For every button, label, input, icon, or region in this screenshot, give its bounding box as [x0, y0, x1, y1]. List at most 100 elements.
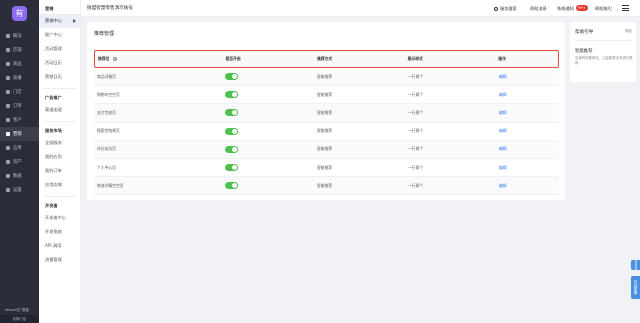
submenu-divider: [43, 88, 76, 89]
slot-name: 个人中心页: [97, 164, 116, 170]
feedback-tab[interactable]: 意见反馈: [631, 260, 640, 270]
table-row: 个人中心页 智能推荐 一行两个 编辑: [94, 159, 559, 178]
column-header-method: 推荐方式: [317, 56, 333, 61]
edit-link[interactable]: 编辑: [499, 128, 507, 133]
shop-icon: [6, 48, 10, 52]
sidebar-item-marketing[interactable]: 营销: [0, 127, 39, 141]
sidebar-item-orders[interactable]: 订单: [0, 99, 39, 113]
store-icon: [6, 90, 10, 94]
table-row: 支付完成页 智能推荐 一行两个 编辑: [94, 104, 559, 123]
display-style: 一行两个: [408, 73, 424, 79]
table-row: 物流详情空空页 智能推荐 一行两个 编辑: [94, 177, 559, 196]
sidebar-item-data[interactable]: 数据: [0, 169, 39, 183]
top-bar: 微盟智慧零售演示账号 服务搜索 帮助消息 系统通知 99+ 帮助指引: [81, 0, 640, 17]
table-row: 评论成功页 智能推荐 一行两个 编辑: [94, 140, 559, 159]
submenu-item-api[interactable]: API 调用: [39, 239, 80, 253]
submenu-item-marketing-center[interactable]: 营销中心: [39, 14, 80, 28]
submenu-item-activity-calendar[interactable]: 活动日历: [39, 56, 80, 70]
recommend-table: 推荐位? 是否开启 推荐方式 展示样式 操作 商品详情页 智能推荐 一行两个 编…: [94, 50, 559, 196]
submenu-item-developer-center[interactable]: 开发者中心: [39, 211, 80, 225]
enable-toggle[interactable]: [225, 109, 238, 117]
table-row: 购物车空空页 智能推荐 一行两个 编辑: [94, 86, 559, 105]
submenu-item-my-orders[interactable]: 我的订单: [39, 164, 80, 178]
edit-link[interactable]: 编辑: [499, 110, 507, 115]
edit-link[interactable]: 编辑: [499, 165, 507, 170]
sidebar-item-overview[interactable]: 概况: [0, 29, 39, 43]
help-messages-link[interactable]: 帮助消息: [530, 0, 547, 17]
sidebar-item-apps[interactable]: 应用: [0, 141, 39, 155]
system-notice-link[interactable]: 系统通知: [557, 0, 574, 17]
sidebar-item-goods[interactable]: 商品: [0, 57, 39, 71]
switch-store-button[interactable]: 切换门店: [0, 315, 39, 323]
submenu-divider: [43, 196, 76, 197]
sub-menu: 营销 营销中心 推广中心 活动管理 活动日历 营销日历 广告推广 渠道加速 服务…: [39, 0, 81, 323]
submenu-group-title: 营销: [45, 6, 54, 11]
goods-icon: [6, 62, 10, 66]
display-style: 一行两个: [408, 91, 424, 97]
main-sidebar: 有 概况 店铺 商品 直播 门店 订单 客户 营销 应用 资产 数据 设置 Wo…: [0, 0, 39, 323]
column-header-slot: 推荐位: [98, 56, 110, 61]
sidebar-item-live[interactable]: 直播: [0, 71, 39, 85]
submenu-item-marketing-calendar[interactable]: 营销日历: [39, 70, 80, 84]
menu-icon[interactable]: [622, 5, 629, 13]
apps-icon: [6, 146, 10, 150]
edit-link[interactable]: 编辑: [499, 183, 507, 188]
service-search-button[interactable]: 服务搜索: [494, 0, 517, 17]
sidebar-item-settings[interactable]: 设置: [0, 183, 39, 197]
submenu-item-app-store[interactable]: 应用店铺: [39, 178, 80, 192]
online-service-tab[interactable]: 在线客服: [631, 276, 640, 299]
submenu-group-title: 开发者: [45, 203, 58, 208]
sidebar-footer: Woosh在 搭建: [5, 308, 29, 312]
submenu-item-channel-boost[interactable]: 渠道加速: [39, 103, 80, 117]
collapse-panel-button[interactable]: 收起: [625, 29, 632, 34]
sidebar-item-shop[interactable]: 店铺: [0, 43, 39, 57]
display-style: 一行两个: [408, 146, 424, 152]
recommend-method: 智能推荐: [317, 146, 333, 152]
help-guide-link[interactable]: 帮助指引: [595, 0, 612, 17]
recommend-management-card: 推荐管理 推荐位? 是否开启 推荐方式 展示样式 操作 商品详情页 智能推荐 一…: [87, 22, 565, 200]
search-label: 服务搜索: [500, 6, 517, 11]
table-row: 搜索空结果页 智能推荐 一行两个 编辑: [94, 123, 559, 141]
edit-link[interactable]: 编辑: [499, 92, 507, 97]
enable-toggle[interactable]: [225, 91, 238, 99]
help-guide-panel: 帮助引导 收起 智能推荐 店铺内的推荐位，让智能算法来进行推荐: [570, 22, 636, 82]
help-panel-subtitle: 智能推荐: [575, 49, 593, 54]
column-header-enabled: 是否开启: [225, 56, 241, 61]
slot-name: 商品详情页: [97, 73, 116, 79]
sidebar-item-customers[interactable]: 客户: [0, 113, 39, 127]
table-header: 推荐位? 是否开启 推荐方式 展示样式 操作: [94, 50, 559, 68]
table-row: 商品详情页 智能推荐 一行两个 编辑: [94, 68, 559, 87]
enable-toggle[interactable]: [225, 164, 238, 172]
submenu-item-activity-management[interactable]: 活动管理: [39, 42, 80, 56]
recommend-method: 智能推荐: [317, 128, 333, 134]
display-style: 一行两个: [408, 182, 424, 188]
submenu-item-traffic[interactable]: 流量管理: [39, 253, 80, 267]
help-panel-description: 店铺内的推荐位，让智能算法来进行推荐: [575, 56, 633, 65]
app-logo[interactable]: 有: [12, 6, 27, 21]
enable-toggle[interactable]: [225, 145, 238, 153]
live-icon: [6, 76, 10, 80]
slot-name: 评论成功页: [97, 146, 116, 152]
main-nav-list: 概况 店铺 商品 直播 门店 订单 客户 营销 应用 资产 数据 设置: [0, 29, 39, 197]
edit-link[interactable]: 编辑: [499, 146, 507, 151]
recommend-method: 智能推荐: [317, 164, 333, 170]
submenu-item-dev-guide[interactable]: 开发指南: [39, 225, 80, 239]
sidebar-item-store[interactable]: 门店: [0, 85, 39, 99]
settings-icon: [6, 188, 10, 192]
help-icon[interactable]: ?: [113, 57, 118, 61]
enable-toggle[interactable]: [225, 127, 238, 135]
help-panel-title: 帮助引导: [575, 30, 594, 35]
enable-toggle[interactable]: [225, 73, 238, 81]
sidebar-item-assets[interactable]: 资产: [0, 155, 39, 169]
slot-name: 搜索空结果页: [97, 128, 120, 134]
submenu-item-promotion-center[interactable]: 推广中心: [39, 28, 80, 42]
edit-link[interactable]: 编辑: [499, 74, 507, 79]
enable-toggle[interactable]: [225, 182, 238, 190]
submenu-group-title: 广告推广: [45, 95, 62, 100]
order-icon: [6, 104, 10, 108]
recommend-method: 智能推荐: [317, 91, 333, 97]
customer-icon: [6, 118, 10, 122]
submenu-item-all-services[interactable]: 全部服务: [39, 136, 80, 150]
account-title: 微盟智慧零售演示账号: [87, 6, 133, 11]
submenu-item-my-apps[interactable]: 我的应用: [39, 150, 80, 164]
